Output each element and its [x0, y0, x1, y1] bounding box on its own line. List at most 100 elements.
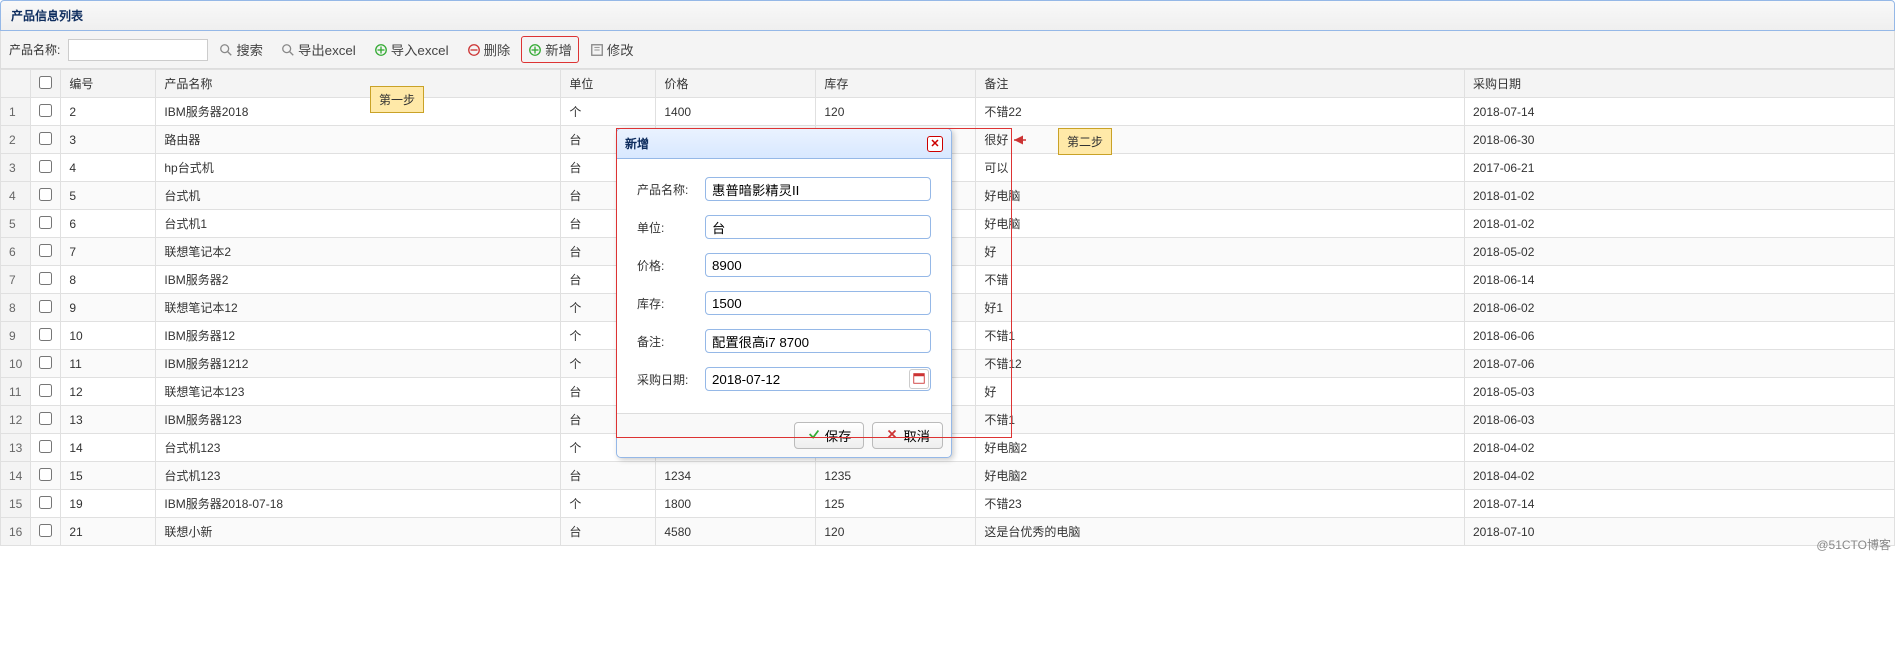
delete-icon — [467, 43, 481, 57]
import-excel-button[interactable]: 导入excel — [367, 36, 456, 63]
cell-date: 2018-05-03 — [1465, 378, 1895, 406]
col-remark[interactable]: 备注 — [976, 70, 1465, 98]
row-checkbox[interactable] — [39, 160, 52, 173]
row-checkbox[interactable] — [39, 440, 52, 453]
row-checkbox[interactable] — [39, 132, 52, 145]
table-row[interactable]: 1621联想小新台4580120这是台优秀的电脑2018-07-10 — [1, 518, 1895, 546]
col-checkbox[interactable] — [31, 70, 61, 98]
row-checkbox-cell — [31, 322, 61, 350]
cell-name: 台式机1 — [156, 210, 561, 238]
cell-name: 联想笔记本12 — [156, 294, 561, 322]
row-checkbox-cell — [31, 182, 61, 210]
remark-label: 备注: — [637, 333, 705, 350]
row-checkbox[interactable] — [39, 468, 52, 481]
cell-date: 2018-04-02 — [1465, 462, 1895, 490]
cell-stock: 1235 — [816, 462, 976, 490]
price-field[interactable] — [705, 253, 931, 277]
cell-remark: 好 — [976, 238, 1465, 266]
row-checkbox[interactable] — [39, 524, 52, 537]
cell-id: 10 — [61, 322, 156, 350]
cell-remark: 好1 — [976, 294, 1465, 322]
row-checkbox[interactable] — [39, 104, 52, 117]
cell-id: 21 — [61, 518, 156, 546]
row-checkbox[interactable] — [39, 496, 52, 509]
price-label: 价格: — [637, 257, 705, 274]
row-checkbox[interactable] — [39, 244, 52, 257]
cancel-button[interactable]: 取消 — [872, 422, 943, 449]
cell-stock: 120 — [816, 98, 976, 126]
dialog-close-button[interactable]: ✕ — [927, 136, 943, 152]
search-button[interactable]: 搜索 — [212, 36, 270, 63]
row-number: 16 — [1, 518, 31, 546]
unit-field[interactable] — [705, 215, 931, 239]
cell-id: 3 — [61, 126, 156, 154]
row-checkbox-cell — [31, 518, 61, 546]
cell-name: 联想小新 — [156, 518, 561, 546]
cell-price: 1234 — [656, 462, 816, 490]
col-stock[interactable]: 库存 — [816, 70, 976, 98]
cell-remark: 可以 — [976, 154, 1465, 182]
cell-date: 2018-06-02 — [1465, 294, 1895, 322]
add-button[interactable]: 新增 — [521, 36, 579, 63]
cell-name: IBM服务器2018-07-18 — [156, 490, 561, 518]
row-checkbox-cell — [31, 462, 61, 490]
col-id[interactable]: 编号 — [61, 70, 156, 98]
dialog-body: 产品名称: 单位: 价格: 库存: 备注: 采购日期: — [617, 159, 951, 413]
row-checkbox[interactable] — [39, 412, 52, 425]
cell-date: 2018-01-02 — [1465, 210, 1895, 238]
row-checkbox[interactable] — [39, 356, 52, 369]
delete-button[interactable]: 删除 — [460, 36, 518, 63]
row-checkbox-cell — [31, 126, 61, 154]
cell-date: 2018-07-14 — [1465, 490, 1895, 518]
date-label: 采购日期: — [637, 371, 705, 388]
cell-unit: 台 — [561, 462, 656, 490]
cell-price: 1400 — [656, 98, 816, 126]
select-all-checkbox[interactable] — [39, 76, 52, 89]
cell-name: IBM服务器12 — [156, 322, 561, 350]
cell-date: 2018-07-14 — [1465, 98, 1895, 126]
cell-remark: 不错1 — [976, 322, 1465, 350]
cell-name: 台式机 — [156, 182, 561, 210]
table-row[interactable]: 1519IBM服务器2018-07-18个1800125不错232018-07-… — [1, 490, 1895, 518]
row-checkbox[interactable] — [39, 384, 52, 397]
row-checkbox[interactable] — [39, 300, 52, 313]
col-name[interactable]: 产品名称 — [156, 70, 561, 98]
col-unit[interactable]: 单位 — [561, 70, 656, 98]
row-checkbox[interactable] — [39, 272, 52, 285]
date-field[interactable] — [705, 367, 931, 391]
date-picker-trigger[interactable] — [909, 369, 929, 389]
cancel-icon — [885, 427, 899, 444]
search-input[interactable] — [68, 39, 208, 61]
cell-id: 2 — [61, 98, 156, 126]
row-checkbox-cell — [31, 98, 61, 126]
table-row[interactable]: 1415台式机123台12341235好电脑22018-04-02 — [1, 462, 1895, 490]
row-checkbox[interactable] — [39, 328, 52, 341]
dialog-title: 新增 — [625, 135, 649, 152]
calendar-icon — [912, 371, 926, 388]
col-rownum — [1, 70, 31, 98]
row-checkbox[interactable] — [39, 216, 52, 229]
cell-id: 15 — [61, 462, 156, 490]
col-date[interactable]: 采购日期 — [1465, 70, 1895, 98]
row-number: 8 — [1, 294, 31, 322]
stock-field[interactable] — [705, 291, 931, 315]
name-field[interactable] — [705, 177, 931, 201]
cell-price: 4580 — [656, 518, 816, 546]
cell-remark: 不错 — [976, 266, 1465, 294]
col-price[interactable]: 价格 — [656, 70, 816, 98]
cell-remark: 好电脑 — [976, 210, 1465, 238]
name-label: 产品名称: — [637, 181, 705, 198]
save-button[interactable]: 保存 — [794, 422, 865, 449]
row-number: 11 — [1, 378, 31, 406]
row-checkbox[interactable] — [39, 188, 52, 201]
stock-label: 库存: — [637, 295, 705, 312]
edit-button[interactable]: 修改 — [583, 36, 641, 63]
remark-field[interactable] — [705, 329, 931, 353]
cell-date: 2018-04-02 — [1465, 434, 1895, 462]
table-row[interactable]: 12IBM服务器2018个1400120不错222018-07-14 — [1, 98, 1895, 126]
cell-remark: 不错1 — [976, 406, 1465, 434]
row-checkbox-cell — [31, 490, 61, 518]
row-number: 13 — [1, 434, 31, 462]
dialog-header[interactable]: 新增 ✕ — [617, 129, 951, 159]
export-excel-button[interactable]: 导出excel — [274, 36, 363, 63]
